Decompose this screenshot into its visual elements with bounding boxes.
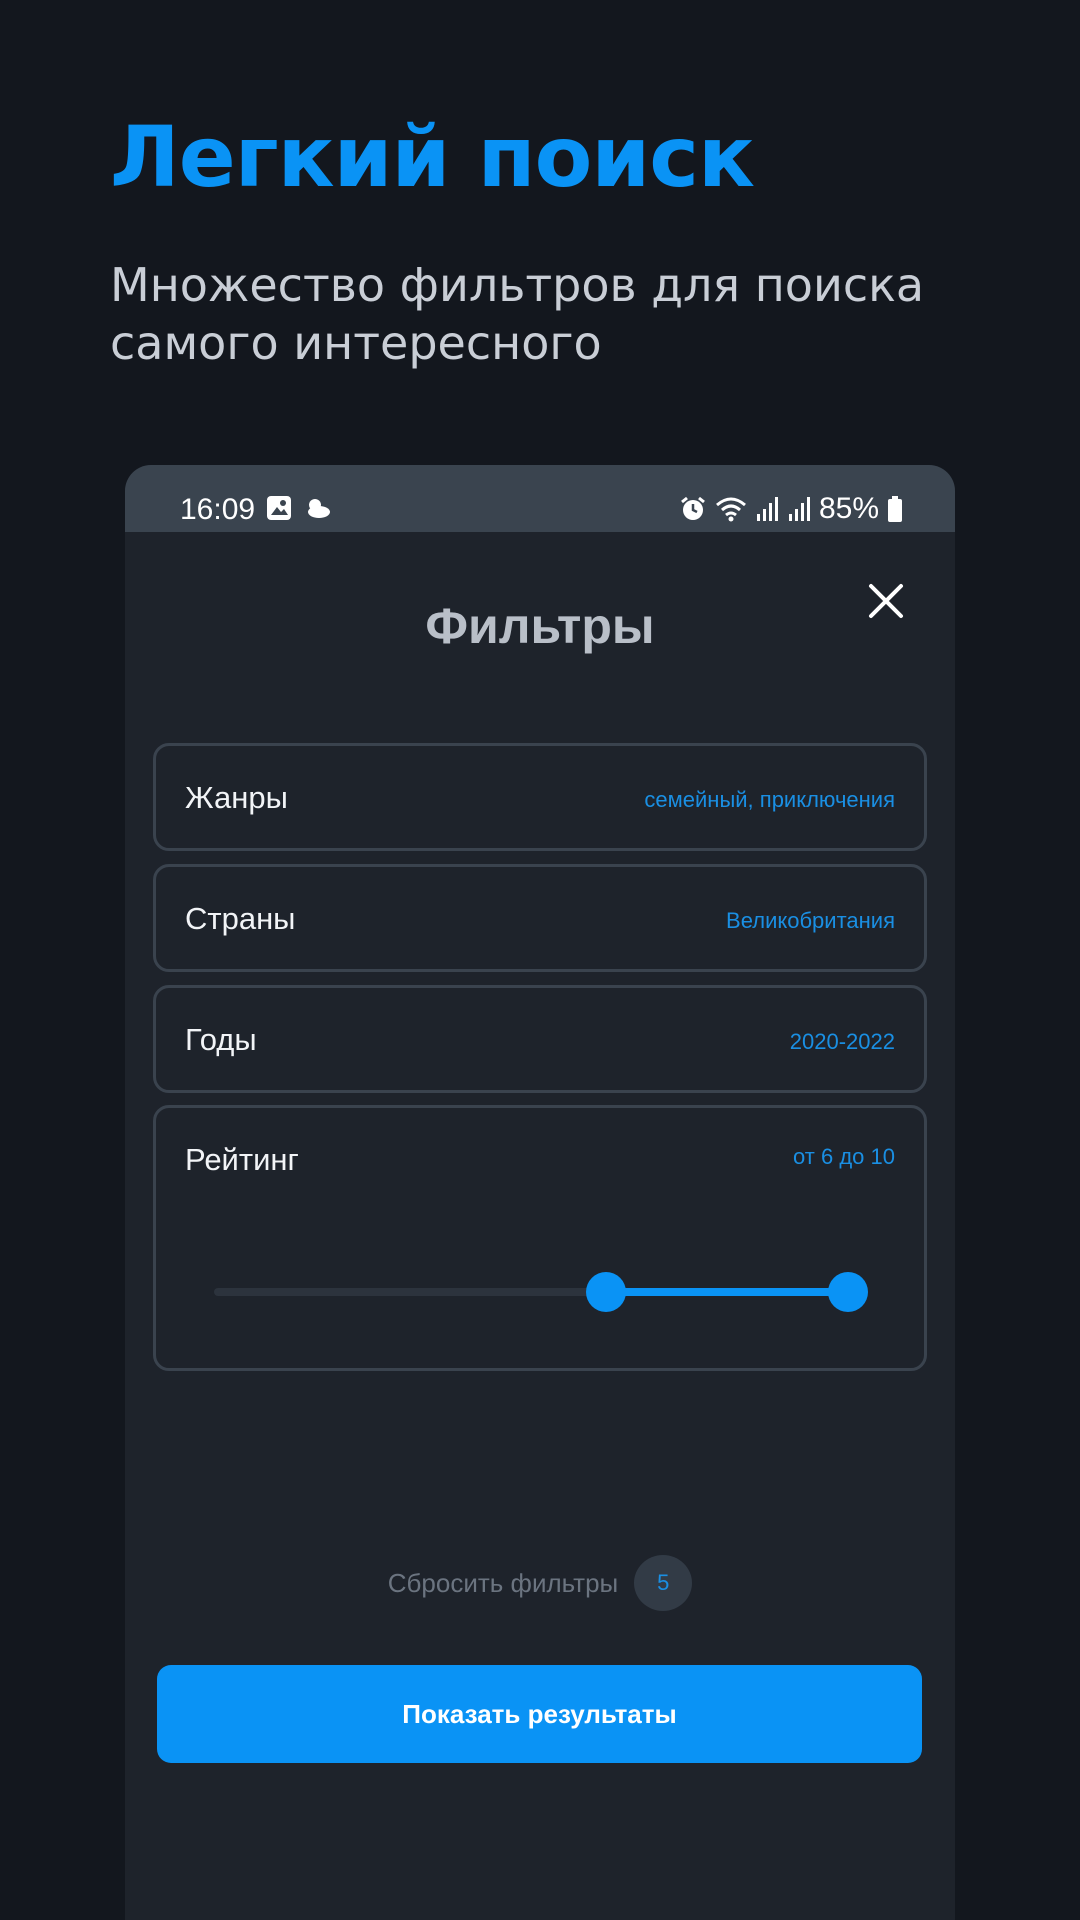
signal-icon xyxy=(755,496,779,522)
show-results-button[interactable]: Показать результаты xyxy=(157,1665,922,1763)
filter-label: Жанры xyxy=(185,780,288,815)
gallery-icon xyxy=(266,495,292,521)
rating-slider-thumb-high[interactable] xyxy=(828,1272,868,1312)
filter-countries[interactable]: Страны Великобритания xyxy=(153,864,927,972)
battery-percent: 85% xyxy=(818,492,879,525)
promo-title: Легкий поиск xyxy=(110,108,755,206)
active-filters-count-badge: 5 xyxy=(634,1555,693,1611)
battery-icon xyxy=(887,495,903,523)
reset-filters-button[interactable]: Сбросить фильтры 5 xyxy=(125,1555,955,1611)
close-button[interactable] xyxy=(865,580,907,622)
filter-value: семейный, приключения xyxy=(644,787,895,812)
rating-slider-thumb-low[interactable] xyxy=(586,1272,627,1312)
filter-genres[interactable]: Жанры семейный, приключения xyxy=(153,743,927,851)
signal-icon xyxy=(787,496,811,522)
rating-slider-range xyxy=(606,1288,848,1296)
filter-years[interactable]: Годы 2020-2022 xyxy=(153,985,927,1093)
phone-screen: 16:09 85% Фильтры Жанры семейный, приклю… xyxy=(125,465,955,1920)
filter-value: Великобритания xyxy=(726,908,895,933)
filter-value: от 6 до 10 xyxy=(793,1144,895,1169)
filter-label: Страны xyxy=(185,901,296,936)
reset-filters-label: Сбросить фильтры xyxy=(387,1567,619,1598)
promo-subtitle: Множество фильтров для поиска самого инт… xyxy=(110,258,925,370)
status-time: 16:09 xyxy=(180,493,256,526)
weather-icon xyxy=(304,495,332,521)
close-icon[interactable] xyxy=(865,580,907,622)
status-right-icons: 85% xyxy=(679,492,903,526)
filter-value: 2020-2022 xyxy=(789,1029,895,1054)
alarm-icon xyxy=(679,495,707,523)
status-left-icons xyxy=(266,495,332,521)
filter-label: Годы xyxy=(185,1022,257,1057)
sheet-title: Фильтры xyxy=(425,598,655,654)
filter-rating: Рейтинг от 6 до 10 xyxy=(153,1105,927,1371)
wifi-icon xyxy=(715,495,747,523)
status-bar: 16:09 85% xyxy=(125,465,955,532)
filter-label: Рейтинг xyxy=(185,1142,299,1177)
